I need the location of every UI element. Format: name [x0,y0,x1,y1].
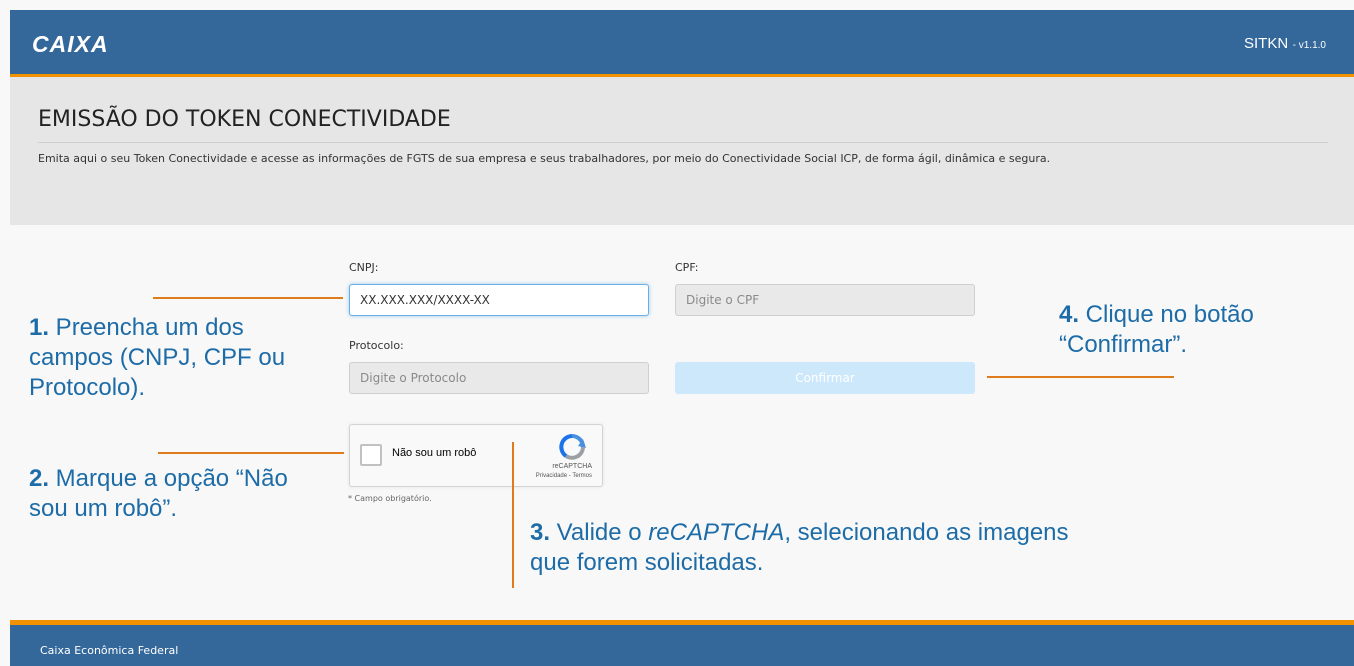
step-3-text-em: reCAPTCHA [648,519,785,546]
recaptcha-logo-icon [559,434,586,460]
title-band: EMISSÃO DO TOKEN CONECTIVIDADE Emita aqu… [10,77,1354,225]
annotation-step-1: 1. Preencha um dos campos (CNPJ, CPF ou … [29,313,329,403]
caixa-logo[interactable]: CAIXA [32,31,109,58]
required-field-note: * Campo obrigatório. [348,494,432,503]
system-version: SITKN - v1.1.0 [1244,35,1326,53]
step-1-number: 1. [29,314,50,341]
step-2-text: Marque a opção “Não sou um robô”. [29,465,288,522]
annotation-step-4: 4. Clique no botão “Confirmar”. [1059,300,1319,360]
system-name: SITKN [1244,35,1289,52]
annotation-line-4 [987,376,1174,378]
step-1-text: Preencha um dos campos (CNPJ, CPF ou Pro… [29,314,286,401]
annotation-line-1 [153,297,343,299]
top-navbar: CAIXA SITKN - v1.1.0 [10,10,1354,77]
recaptcha-privacy-terms[interactable]: Privacidade - Termos [536,473,592,479]
recaptcha-widget: Não sou um robô reCAPTCHA Privacidade - … [349,424,603,487]
page-title: EMISSÃO DO TOKEN CONECTIVIDADE [38,107,451,132]
protocolo-label: Protocolo: [349,339,404,352]
recaptcha-checkbox[interactable] [360,444,382,466]
cpf-input[interactable] [675,284,975,316]
cnpj-label: CNPJ: [349,261,379,274]
step-4-text: Clique no botão “Confirmar”. [1059,301,1254,358]
annotation-line-3 [512,442,514,588]
footer-text: Caixa Econômica Federal [40,644,179,657]
recaptcha-label: Não sou um robô [392,447,477,459]
confirm-button[interactable]: Confirmar [675,362,975,394]
version-label: - v1.1.0 [1292,40,1326,51]
footer: Caixa Econômica Federal [10,620,1354,666]
step-2-number: 2. [29,465,50,492]
page-description: Emita aqui o seu Token Conectividade e a… [38,152,1051,165]
cnpj-input[interactable] [349,284,649,316]
recaptcha-brand: reCAPTCHA [552,463,592,470]
cpf-label: CPF: [675,261,699,274]
step-3-text-a: Valide o [550,519,649,546]
annotation-line-2 [158,452,344,454]
annotation-step-3: 3. Valide o reCAPTCHA, selecionando as i… [530,518,1090,578]
title-divider [38,142,1328,143]
protocolo-input[interactable] [349,362,649,394]
step-4-number: 4. [1059,301,1080,328]
step-3-number: 3. [530,519,551,546]
annotation-step-2: 2. Marque a opção “Não sou um robô”. [29,464,329,524]
